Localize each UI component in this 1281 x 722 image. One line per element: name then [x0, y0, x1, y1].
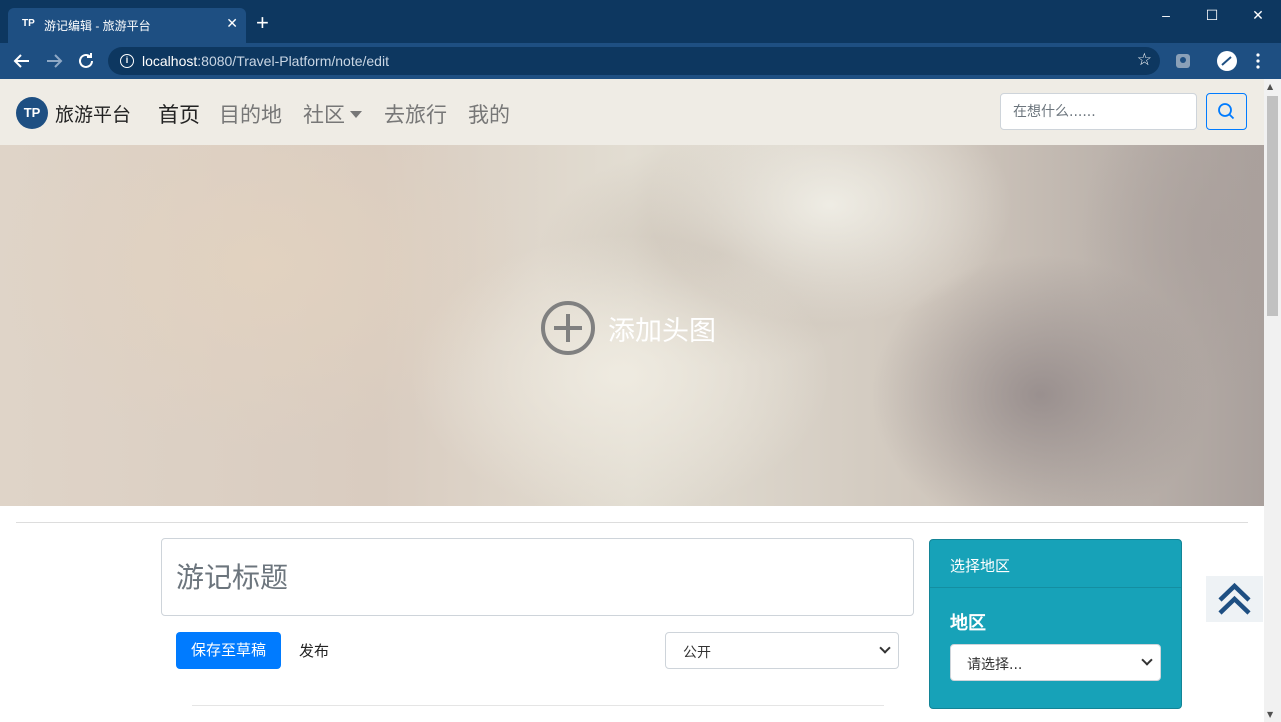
site-logo[interactable]: TP: [16, 97, 48, 129]
scrollbar-thumb[interactable]: [1267, 96, 1278, 316]
region-select-value: 请选择...: [967, 657, 1023, 673]
close-window-button[interactable]: ✕: [1235, 0, 1281, 30]
search-button[interactable]: [1206, 93, 1247, 130]
address-bar[interactable]: i localhost:8080/Travel-Platform/note/ed…: [108, 47, 1160, 75]
nav-link-travel[interactable]: 去旅行: [384, 99, 447, 129]
editor-divider: [192, 705, 884, 706]
back-arrow-icon[interactable]: [10, 49, 34, 73]
page-scrollbar[interactable]: ▲ ▼: [1264, 79, 1281, 722]
nav-link-community[interactable]: 社区: [303, 99, 362, 129]
back-to-top-button[interactable]: [1206, 576, 1263, 622]
region-card: 选择地区 地区 请选择...: [929, 539, 1182, 709]
url-text[interactable]: localhost:8080/Travel-Platform/note/edit: [142, 53, 389, 69]
new-tab-button[interactable]: +: [256, 12, 269, 34]
tab-favicon-icon: TP: [22, 18, 35, 29]
chevron-down-icon: [1141, 654, 1153, 666]
save-draft-button[interactable]: 保存至草稿: [176, 632, 281, 669]
nav-link-community-label: 社区: [303, 103, 345, 127]
double-chevron-up-icon: [1218, 582, 1251, 615]
minimize-button[interactable]: –: [1143, 0, 1189, 30]
nav-link-mine[interactable]: 我的: [468, 99, 510, 129]
scroll-up-icon[interactable]: ▲: [1267, 82, 1273, 91]
nav-link-destination[interactable]: 目的地: [219, 99, 282, 129]
plus-circle-icon: [541, 301, 595, 355]
publish-button[interactable]: 发布: [299, 640, 329, 661]
tab-close-icon[interactable]: ✕: [226, 15, 238, 32]
search-input[interactable]: [1000, 93, 1197, 130]
scroll-down-icon[interactable]: ▼: [1267, 710, 1273, 719]
chevron-down-icon: [879, 642, 891, 654]
search-icon: [1218, 103, 1235, 120]
menu-kebab-icon[interactable]: [1252, 52, 1264, 70]
add-cover-label: 添加头图: [608, 315, 716, 347]
note-title-input[interactable]: [161, 538, 914, 616]
tab-title: 游记编辑 - 旅游平台: [44, 19, 151, 33]
browser-toolbar: i localhost:8080/Travel-Platform/note/ed…: [0, 43, 1281, 79]
url-host: localhost: [142, 53, 198, 69]
site-navbar: TP 旅游平台 首页 目的地 社区 去旅行 我的: [0, 79, 1264, 145]
cover-image-area[interactable]: 添加头图: [0, 145, 1264, 506]
url-path: :8080/Travel-Platform/note/edit: [197, 53, 389, 69]
visibility-select[interactable]: 公开: [665, 632, 899, 669]
extension-icon[interactable]: [1174, 52, 1192, 70]
region-select[interactable]: 请选择...: [950, 644, 1161, 681]
section-divider: [16, 522, 1248, 523]
caret-down-icon: [350, 111, 362, 118]
add-cover-button[interactable]: 添加头图: [540, 300, 716, 356]
site-brand[interactable]: 旅游平台: [55, 100, 131, 127]
info-icon[interactable]: i: [120, 54, 134, 68]
region-label: 地区: [950, 613, 986, 634]
browser-tab[interactable]: TP 游记编辑 - 旅游平台 ✕: [8, 8, 246, 43]
reload-icon[interactable]: [74, 49, 98, 73]
page-viewport: TP 旅游平台 首页 目的地 社区 去旅行 我的 添加头图 保存至草稿 发布 公…: [0, 79, 1264, 722]
maximize-button[interactable]: ☐: [1189, 0, 1235, 30]
browser-titlebar: TP 游记编辑 - 旅游平台 ✕ + – ☐ ✕: [0, 0, 1281, 43]
profile-avatar-icon[interactable]: [1216, 50, 1238, 72]
forward-arrow-icon[interactable]: [42, 49, 66, 73]
bookmark-star-icon[interactable]: ☆: [1137, 50, 1152, 70]
region-card-header: 选择地区: [930, 540, 1181, 588]
visibility-select-value: 公开: [683, 645, 711, 661]
nav-link-home[interactable]: 首页: [158, 99, 200, 129]
